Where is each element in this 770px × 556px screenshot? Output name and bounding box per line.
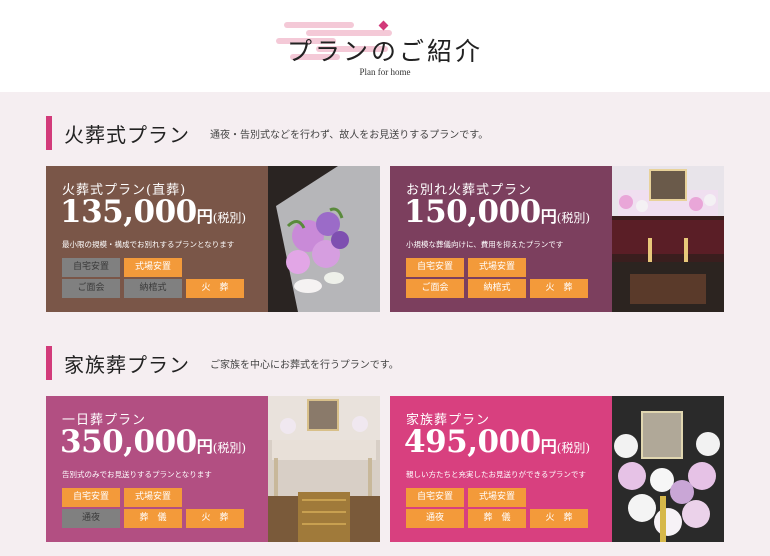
card-panel: 火葬式プラン(直葬) 135,000円(税別) 最小限の規模・構成でお別れするプ…	[46, 166, 278, 312]
card-panel: 家族葬プラン 495,000円(税別) 親しい方たちと充実したお見送りができるプ…	[390, 396, 622, 542]
flower-altar-photo	[612, 396, 724, 542]
plan-description: 親しい方たちと充実したお見送りができるプランです	[406, 470, 586, 479]
service-tag: 自宅安置	[62, 258, 120, 277]
service-tag: 火 葬	[530, 279, 588, 298]
price-value: 350,000	[60, 424, 197, 460]
price-tax: (税別)	[556, 441, 591, 455]
service-tag: ご面会	[62, 279, 120, 298]
section-heading-family: 家族葬プラン ご家族を中心にお葬式を行うプランです。	[46, 346, 399, 380]
page-header: プランのご紹介 Plan for home	[0, 0, 770, 92]
service-tag: 式場安置	[468, 488, 526, 507]
price-unit: 円	[540, 437, 557, 456]
plan-card-one-day[interactable]: 一日葬プラン 350,000円(税別) 告別式のみでお見送りするプランとなります…	[46, 396, 380, 542]
plan-card-cremation-direct[interactable]: 火葬式プラン(直葬) 135,000円(税別) 最小限の規模・構成でお別れするプ…	[46, 166, 380, 312]
plan-card-farewell-cremation[interactable]: お別れ火葬式プラン 150,000円(税別) 小規模な葬儀向けに、費用を抑えたプ…	[390, 166, 724, 312]
plan-description: 最小限の規模・構成でお別れするプランとなります	[62, 240, 235, 249]
service-tag: 自宅安置	[406, 488, 464, 507]
section-title: 家族葬プラン	[64, 352, 190, 377]
price-tax: (税別)	[212, 441, 247, 455]
plan-description: 小規模な葬儀向けに、費用を抑えたプランです	[406, 240, 564, 249]
price-tax: (税別)	[556, 211, 591, 225]
service-tag: 納棺式	[468, 279, 526, 298]
plan-description: 告別式のみでお見送りするプランとなります	[62, 470, 212, 479]
section-description: 通夜・告別式などを行わず、故人をお見送りするプランです。	[210, 129, 489, 141]
service-tag: 式場安置	[468, 258, 526, 277]
flower-bouquet-photo	[268, 166, 380, 312]
price-value: 135,000	[60, 194, 197, 230]
plan-price: 150,000円(税別)	[404, 194, 590, 230]
plan-price: 350,000円(税別)	[60, 424, 246, 460]
service-tag: 納棺式	[124, 279, 182, 298]
altar-photo	[612, 166, 724, 312]
section-accent-bar	[46, 346, 52, 380]
price-unit: 円	[196, 437, 213, 456]
service-tag: 自宅安置	[62, 488, 120, 507]
service-tag: 葬 儀	[468, 509, 526, 528]
service-tag: 通夜	[62, 509, 120, 528]
service-tag: 火 葬	[186, 509, 244, 528]
service-tag: 式場安置	[124, 258, 182, 277]
section-heading-cremation: 火葬式プラン 通夜・告別式などを行わず、故人をお見送りするプランです。	[46, 116, 488, 150]
service-tag: 火 葬	[530, 509, 588, 528]
price-tax: (税別)	[212, 211, 247, 225]
price-unit: 円	[540, 207, 557, 226]
card-panel: お別れ火葬式プラン 150,000円(税別) 小規模な葬儀向けに、費用を抑えたプ…	[390, 166, 622, 312]
service-tag: ご面会	[406, 279, 464, 298]
section-title: 火葬式プラン	[64, 122, 190, 147]
ceremony-altar-photo	[268, 396, 380, 542]
plan-card-family[interactable]: 家族葬プラン 495,000円(税別) 親しい方たちと充実したお見送りができるプ…	[390, 396, 724, 542]
price-value: 495,000	[404, 424, 541, 460]
service-tag: 葬 儀	[124, 509, 182, 528]
page-title: プランのご紹介	[286, 37, 483, 66]
plan-price: 135,000円(税別)	[60, 194, 246, 230]
section-accent-bar	[46, 116, 52, 150]
service-tag: 式場安置	[124, 488, 182, 507]
service-tag: 火 葬	[186, 279, 244, 298]
service-tag: 自宅安置	[406, 258, 464, 277]
plan-price: 495,000円(税別)	[404, 424, 590, 460]
service-tag: 通夜	[406, 509, 464, 528]
price-unit: 円	[196, 207, 213, 226]
page-subtitle: Plan for home	[359, 67, 411, 77]
price-value: 150,000	[404, 194, 541, 230]
section-description: ご家族を中心にお葬式を行うプランです。	[210, 359, 399, 371]
card-panel: 一日葬プラン 350,000円(税別) 告別式のみでお見送りするプランとなります…	[46, 396, 278, 542]
